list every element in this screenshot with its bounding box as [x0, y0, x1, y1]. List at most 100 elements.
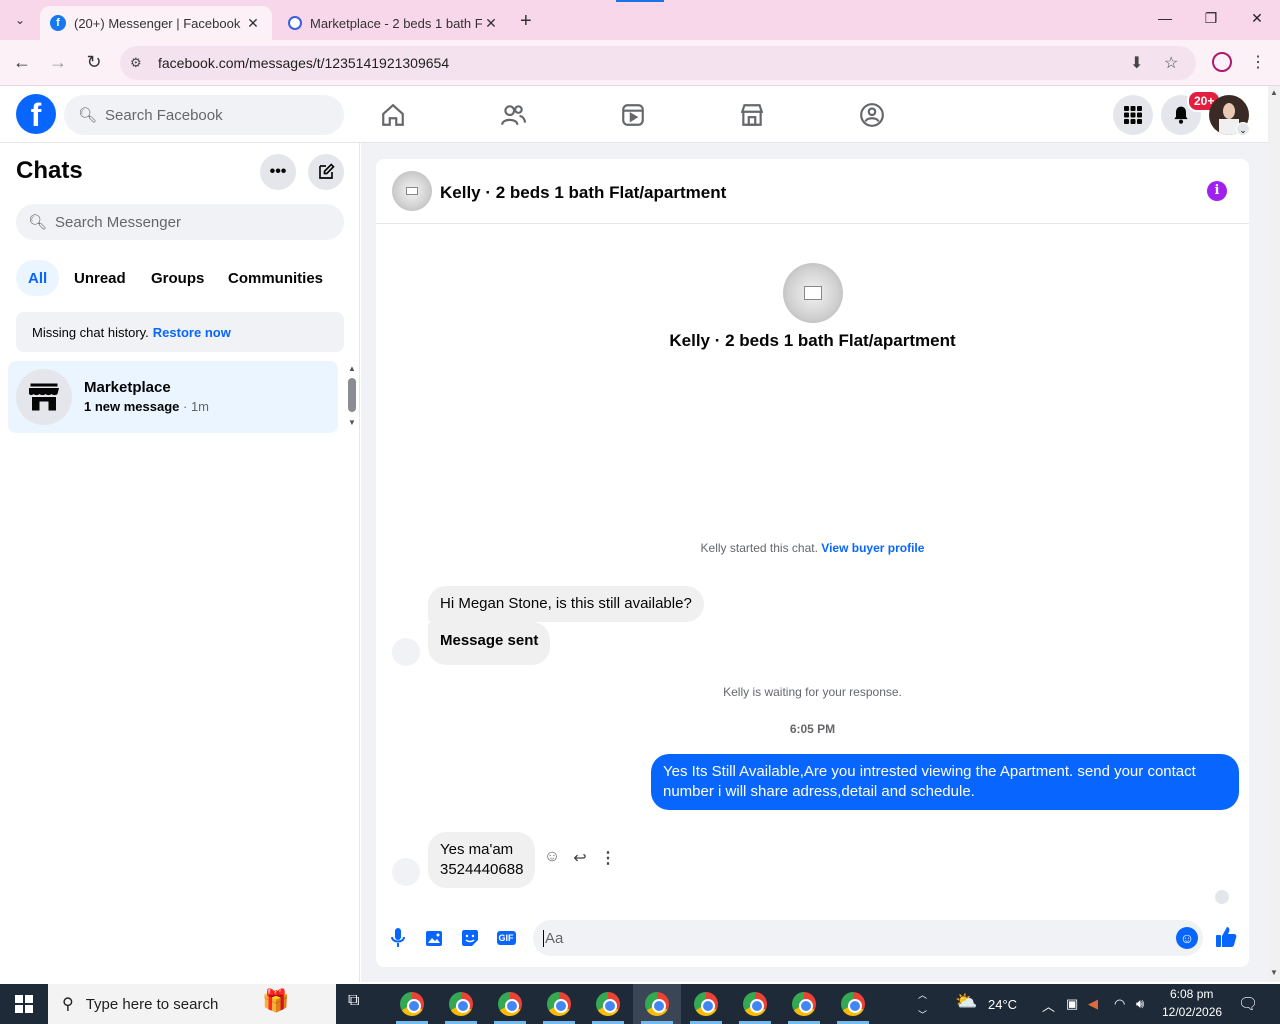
clock-time[interactable]: 6:08 pm	[1170, 987, 1213, 1001]
windows-start-icon[interactable]	[0, 984, 48, 1024]
view-buyer-profile-link[interactable]: View buyer profile	[821, 541, 924, 555]
tab-search-chevron-icon[interactable]: ⌄	[8, 8, 32, 32]
taskbar-chrome-app[interactable]	[486, 984, 534, 1024]
facebook-search-input[interactable]: 🔍︎ Search Facebook	[64, 95, 344, 135]
listing-thumbnail[interactable]	[392, 171, 432, 211]
close-tab-icon[interactable]: ✕	[482, 15, 500, 32]
url-field[interactable]: ⚙ facebook.com/messages/t/12351419213096…	[120, 46, 1196, 80]
close-window-icon[interactable]: ✕	[1234, 10, 1280, 27]
tab-messenger[interactable]: f (20+) Messenger | Facebook ✕	[40, 6, 272, 40]
chat-options-icon[interactable]: •••	[260, 154, 296, 190]
message-bubble-incoming[interactable]: Hi Megan Stone, is this still available?	[428, 586, 704, 622]
taskbar-chrome-app[interactable]	[437, 984, 485, 1024]
message-bubble-outgoing[interactable]: Yes Its Still Available,Are you intreste…	[651, 754, 1239, 810]
wifi-icon[interactable]: ◠	[1114, 996, 1125, 1012]
clock-date[interactable]: 12/02/2026	[1162, 1005, 1222, 1019]
bookmark-star-icon[interactable]: ☆	[1164, 53, 1178, 73]
message-bubble-incoming[interactable]: Yes ma'am 3524440688	[428, 832, 536, 888]
browser-profile-icon[interactable]	[1212, 52, 1232, 72]
taskbar-chrome-app[interactable]	[829, 984, 877, 1024]
microphone-icon[interactable]	[386, 926, 410, 950]
new-message-icon[interactable]	[308, 154, 344, 190]
sender-avatar[interactable]	[392, 858, 420, 886]
filter-communities[interactable]: Communities	[216, 260, 335, 296]
filter-unread[interactable]: Unread	[62, 260, 138, 296]
video-icon[interactable]	[618, 100, 648, 130]
photo-gallery-icon[interactable]	[422, 926, 446, 950]
reload-icon[interactable]: ↻	[82, 52, 106, 73]
message-input[interactable]: Aa	[533, 920, 1203, 956]
more-options-icon[interactable]: ⋮	[598, 848, 618, 868]
sidebar-scrollbar[interactable]: ▲ ▼	[346, 364, 358, 428]
message-line: 3524440688	[440, 861, 524, 878]
groups-icon[interactable]	[857, 100, 887, 130]
restore-text: Missing chat history.	[32, 324, 149, 340]
notifications-center-icon[interactable]: 🗨︎	[1238, 994, 1258, 1014]
taskbar-chrome-app[interactable]	[584, 984, 632, 1024]
taskbar-scroll-up-icon[interactable]: ︿	[918, 988, 927, 1001]
close-tab-icon[interactable]: ✕	[244, 15, 262, 32]
tab-marketplace[interactable]: Marketplace - 2 beds 1 bath Fla ✕	[278, 6, 510, 40]
friends-icon[interactable]	[498, 100, 528, 130]
waiting-notice: Kelly is waiting for your response.	[723, 685, 902, 699]
site-info-icon[interactable]: ⚙	[130, 55, 148, 71]
messenger-search-input[interactable]: 🔍︎ Search Messenger	[16, 204, 344, 240]
scroll-down-icon[interactable]: ▼	[348, 418, 356, 427]
scroll-down-icon[interactable]: ▼	[1270, 968, 1278, 977]
react-emoji-icon[interactable]: ☺	[542, 848, 562, 866]
account-chevron-icon[interactable]: ⌄	[1236, 122, 1250, 136]
meet-now-icon[interactable]: ▣	[1066, 996, 1078, 1012]
sender-avatar[interactable]	[392, 638, 420, 666]
scrollbar-thumb[interactable]	[348, 378, 356, 412]
taskbar-search-input[interactable]: ⚲ Type here to search	[48, 984, 336, 1024]
emoji-picker-icon[interactable]: ☺	[1176, 927, 1198, 949]
install-app-icon[interactable]: ⬇	[1130, 53, 1143, 73]
conversation-info-icon[interactable]: i	[1207, 181, 1227, 201]
chat-name: Marketplace	[84, 379, 171, 396]
forward-icon[interactable]: →	[46, 52, 70, 73]
address-bar: ← → ↻ ⚙ facebook.com/messages/t/12351419…	[0, 40, 1280, 86]
scroll-up-icon[interactable]: ▲	[348, 364, 356, 373]
gif-label: GIF	[496, 931, 516, 945]
taskbar-scroll-down-icon[interactable]: ﹀	[918, 1008, 927, 1021]
browser-tabbar: ⌄ f (20+) Messenger | Facebook ✕ Marketp…	[0, 0, 1280, 40]
taskbar-chrome-app-active[interactable]	[633, 984, 681, 1024]
chat-preview: 1 new message · 1m	[84, 399, 210, 414]
taskbar-chrome-app[interactable]	[535, 984, 583, 1024]
facebook-logo-icon[interactable]: f	[16, 94, 56, 134]
marketplace-favicon-icon	[288, 16, 302, 30]
chat-list-item[interactable]: Marketplace 1 new message · 1m	[8, 361, 338, 433]
new-tab-icon[interactable]: +	[520, 10, 532, 33]
show-hidden-icons-icon[interactable]: ︿	[1042, 996, 1055, 1015]
home-icon[interactable]	[378, 100, 408, 130]
restore-window-icon[interactable]: ❐	[1188, 10, 1234, 27]
restore-now-link[interactable]: Restore now	[153, 325, 231, 340]
gift-flowers-icon[interactable]: 🎁	[262, 988, 289, 1014]
filter-all[interactable]: All	[16, 260, 60, 296]
menu-grid-icon[interactable]	[1113, 95, 1153, 135]
conversation-title[interactable]: Kelly · 2 beds 1 bath Flat/apartment	[440, 183, 726, 203]
thumbs-up-icon[interactable]	[1214, 925, 1238, 955]
back-icon[interactable]: ←	[10, 52, 34, 73]
scroll-up-icon[interactable]: ▲	[1270, 88, 1278, 97]
gif-icon[interactable]: GIF	[494, 926, 518, 950]
facebook-search-placeholder: Search Facebook	[105, 106, 223, 124]
taskbar-chrome-app[interactable]	[682, 984, 730, 1024]
weather-icon[interactable]: ⛅	[955, 991, 977, 1012]
browser-menu-icon[interactable]: ⋮	[1250, 52, 1266, 72]
speaker-icon[interactable]: 🔊︎	[1136, 996, 1144, 1012]
reply-icon[interactable]: ↩	[570, 848, 590, 868]
taskbar-chrome-app[interactable]	[388, 984, 436, 1024]
sticker-icon[interactable]	[458, 926, 482, 950]
tab-title: (20+) Messenger | Facebook	[74, 15, 241, 31]
volume-muted-icon[interactable]: ◀	[1088, 996, 1098, 1012]
minimize-icon[interactable]: —	[1142, 10, 1188, 26]
filter-groups[interactable]: Groups	[139, 260, 216, 296]
task-view-icon[interactable]: ⧉	[348, 992, 359, 1010]
weather-temperature[interactable]: 24°C	[988, 997, 1017, 1012]
page-scrollbar[interactable]: ▲ ▼	[1268, 86, 1280, 982]
taskbar-chrome-app[interactable]	[780, 984, 828, 1024]
taskbar-chrome-app[interactable]	[731, 984, 779, 1024]
marketplace-icon[interactable]	[737, 100, 767, 130]
message-bubble-incoming[interactable]: Message sent	[428, 622, 551, 665]
